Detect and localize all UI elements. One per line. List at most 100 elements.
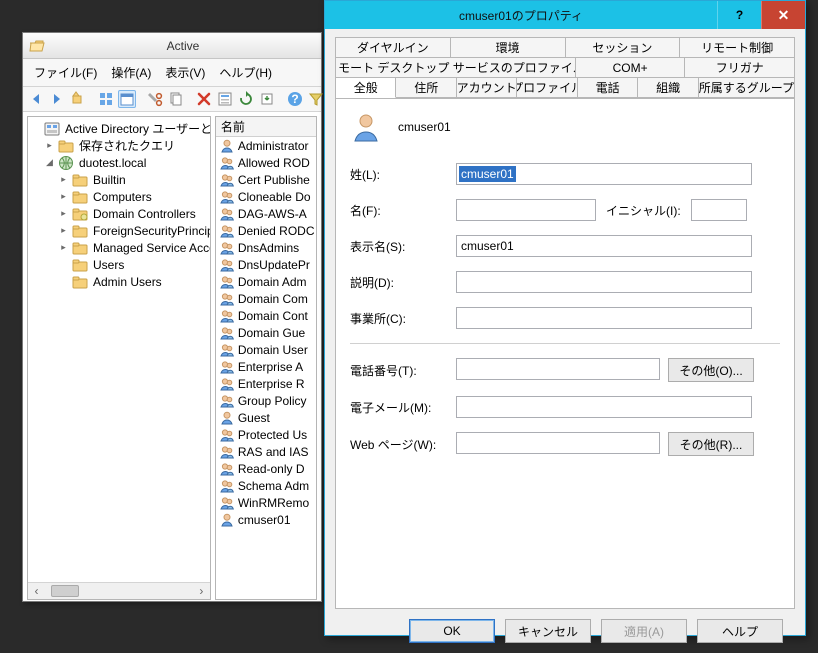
tab-profile[interactable]: プロファイル [517, 78, 577, 98]
menu-file[interactable]: ファイル(F) [29, 62, 102, 83]
initial-field[interactable] [691, 199, 747, 221]
menu-help[interactable]: ヘルプ(H) [214, 62, 277, 83]
tab-general[interactable]: 全般 [336, 78, 396, 98]
list-pane[interactable]: 名前 AdministratorAllowed RODCert Publishe… [215, 116, 317, 600]
tab-env[interactable]: 環境 [451, 38, 566, 58]
scroll-left-icon[interactable]: ‹ [28, 583, 45, 599]
expander-icon[interactable]: ▸ [58, 208, 69, 219]
dialog-close-icon[interactable]: ✕ [761, 1, 805, 29]
tree-hscroll[interactable]: ‹ › [28, 582, 210, 599]
expander-icon[interactable] [30, 123, 41, 134]
expander-icon[interactable]: ▸ [58, 191, 69, 202]
tree-msa[interactable]: ▸ Managed Service Acco [30, 239, 208, 256]
description-field[interactable] [456, 271, 752, 293]
display-name-field[interactable] [456, 235, 752, 257]
tab-rds-profile[interactable]: リモート デスクトップ サービスのプロファイル [336, 58, 576, 78]
office-field[interactable] [456, 307, 752, 329]
tree-builtin[interactable]: ▸ Builtin [30, 171, 208, 188]
grid-icon[interactable] [97, 90, 115, 108]
menu-action[interactable]: 操作(A) [106, 62, 156, 83]
tab-address[interactable]: 住所 [396, 78, 456, 98]
list-item[interactable]: Domain Adm [216, 273, 316, 290]
tree-domain-controllers[interactable]: ▸ Domain Controllers [30, 205, 208, 222]
tab-session[interactable]: セッション [566, 38, 681, 58]
tab-account[interactable]: アカウント [457, 78, 517, 98]
list-item[interactable]: Schema Adm [216, 477, 316, 494]
list-item[interactable]: Domain User [216, 341, 316, 358]
list-item[interactable]: Cloneable Do [216, 188, 316, 205]
aduc-titlebar[interactable]: Active [23, 33, 321, 59]
expander-icon[interactable] [58, 276, 69, 287]
detail-icon[interactable] [118, 90, 136, 108]
copy-icon[interactable] [167, 90, 185, 108]
properties-icon[interactable] [216, 90, 234, 108]
back-icon[interactable] [27, 90, 45, 108]
cancel-button[interactable]: キャンセル [505, 619, 591, 643]
list-item[interactable]: Allowed ROD [216, 154, 316, 171]
expander-icon[interactable]: ▸ [58, 225, 69, 236]
list-header-name[interactable]: 名前 [216, 117, 316, 137]
apply-button[interactable]: 適用(A) [601, 619, 687, 643]
web-field[interactable] [456, 432, 660, 454]
expander-icon[interactable]: ▸ [44, 140, 55, 151]
tree-root[interactable]: Active Directory ユーザーとコン [30, 120, 208, 137]
list-item[interactable]: Denied RODC [216, 222, 316, 239]
filter-icon[interactable] [307, 90, 325, 108]
list-item[interactable]: Read-only D [216, 460, 316, 477]
export-icon[interactable] [258, 90, 276, 108]
expander-icon[interactable]: ▸ [58, 242, 69, 253]
list-item[interactable]: Administrator [216, 137, 316, 154]
expander-icon[interactable]: ▸ [58, 174, 69, 185]
help-icon[interactable] [286, 90, 304, 108]
tab-tel[interactable]: 電話 [578, 78, 638, 98]
list-item[interactable]: Cert Publishe [216, 171, 316, 188]
web-other-button[interactable]: その他(R)... [668, 432, 754, 456]
list-item[interactable]: Protected Us [216, 426, 316, 443]
tree-fsp[interactable]: ▸ ForeignSecurityPrincip [30, 222, 208, 239]
phone-other-button[interactable]: その他(O)... [668, 358, 754, 382]
email-field[interactable] [456, 396, 752, 418]
help-button[interactable]: ヘルプ [697, 619, 783, 643]
scroll-track[interactable] [45, 583, 193, 599]
tab-memberof[interactable]: 所属するグループ [699, 78, 794, 98]
list-item[interactable]: DnsUpdatePr [216, 256, 316, 273]
tree-pane[interactable]: Active Directory ユーザーとコン ▸ 保存されたクエリ ◢ du… [27, 116, 211, 600]
list-item[interactable]: RAS and IAS [216, 443, 316, 460]
list-item[interactable]: Domain Gue [216, 324, 316, 341]
list-item[interactable]: DnsAdmins [216, 239, 316, 256]
list-item[interactable]: Domain Cont [216, 307, 316, 324]
first-name-field[interactable] [456, 199, 596, 221]
tab-dialin[interactable]: ダイヤルイン [336, 38, 451, 58]
tab-furigana[interactable]: フリガナ [685, 58, 794, 78]
list-item[interactable]: Enterprise R [216, 375, 316, 392]
tree-computers[interactable]: ▸ Computers [30, 188, 208, 205]
tab-remotectl[interactable]: リモート制御 [680, 38, 794, 58]
list-item[interactable]: Guest [216, 409, 316, 426]
list-item[interactable]: cmuser01 [216, 511, 316, 528]
ok-button[interactable]: OK [409, 619, 495, 643]
tree-users[interactable]: Users [30, 256, 208, 273]
last-name-field[interactable]: cmuser01 [456, 163, 752, 185]
tree-saved-queries[interactable]: ▸ 保存されたクエリ [30, 137, 208, 154]
refresh-icon[interactable] [237, 90, 255, 108]
tab-complus[interactable]: COM+ [576, 58, 686, 78]
tree-domain[interactable]: ◢ duotest.local [30, 154, 208, 171]
list-item[interactable]: WinRMRemo [216, 494, 316, 511]
scroll-thumb[interactable] [51, 585, 79, 597]
delete-icon[interactable] [195, 90, 213, 108]
expander-icon[interactable]: ◢ [44, 157, 55, 168]
tab-org[interactable]: 組織 [638, 78, 698, 98]
tree-admin-users[interactable]: Admin Users [30, 273, 208, 290]
phone-field[interactable] [456, 358, 660, 380]
list-item[interactable]: Enterprise A [216, 358, 316, 375]
dialog-help-icon[interactable]: ? [717, 1, 761, 29]
up-icon[interactable] [69, 90, 87, 108]
list-item[interactable]: Group Policy [216, 392, 316, 409]
list-item[interactable]: DAG-AWS-A [216, 205, 316, 222]
forward-icon[interactable] [48, 90, 66, 108]
cut-icon[interactable] [146, 90, 164, 108]
scroll-right-icon[interactable]: › [193, 583, 210, 599]
dialog-titlebar[interactable]: cmuser01のプロパティ ? ✕ [325, 1, 805, 29]
menu-view[interactable]: 表示(V) [160, 62, 210, 83]
expander-icon[interactable] [58, 259, 69, 270]
